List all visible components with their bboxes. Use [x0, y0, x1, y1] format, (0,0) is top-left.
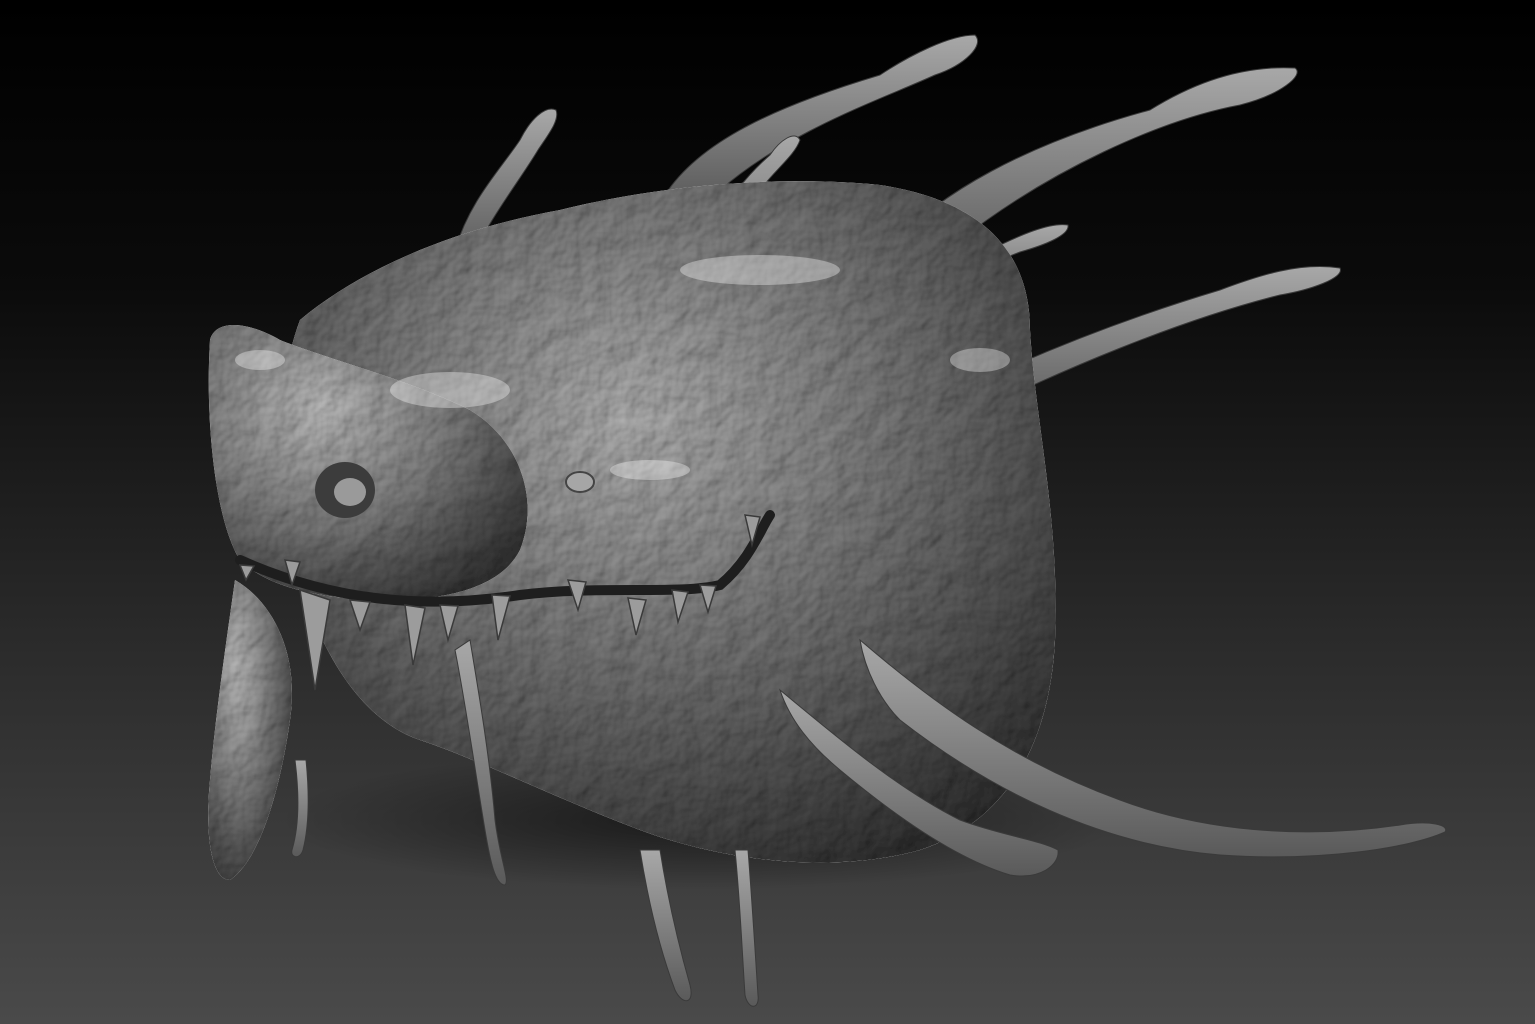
- side-eye: [565, 471, 595, 493]
- creature-sculpt: [208, 34, 1447, 1007]
- sculpt-viewport[interactable]: [0, 0, 1535, 1024]
- tentacle-top-center: [664, 34, 978, 205]
- eye-highlight: [334, 478, 366, 506]
- lower-jaw: [208, 580, 292, 880]
